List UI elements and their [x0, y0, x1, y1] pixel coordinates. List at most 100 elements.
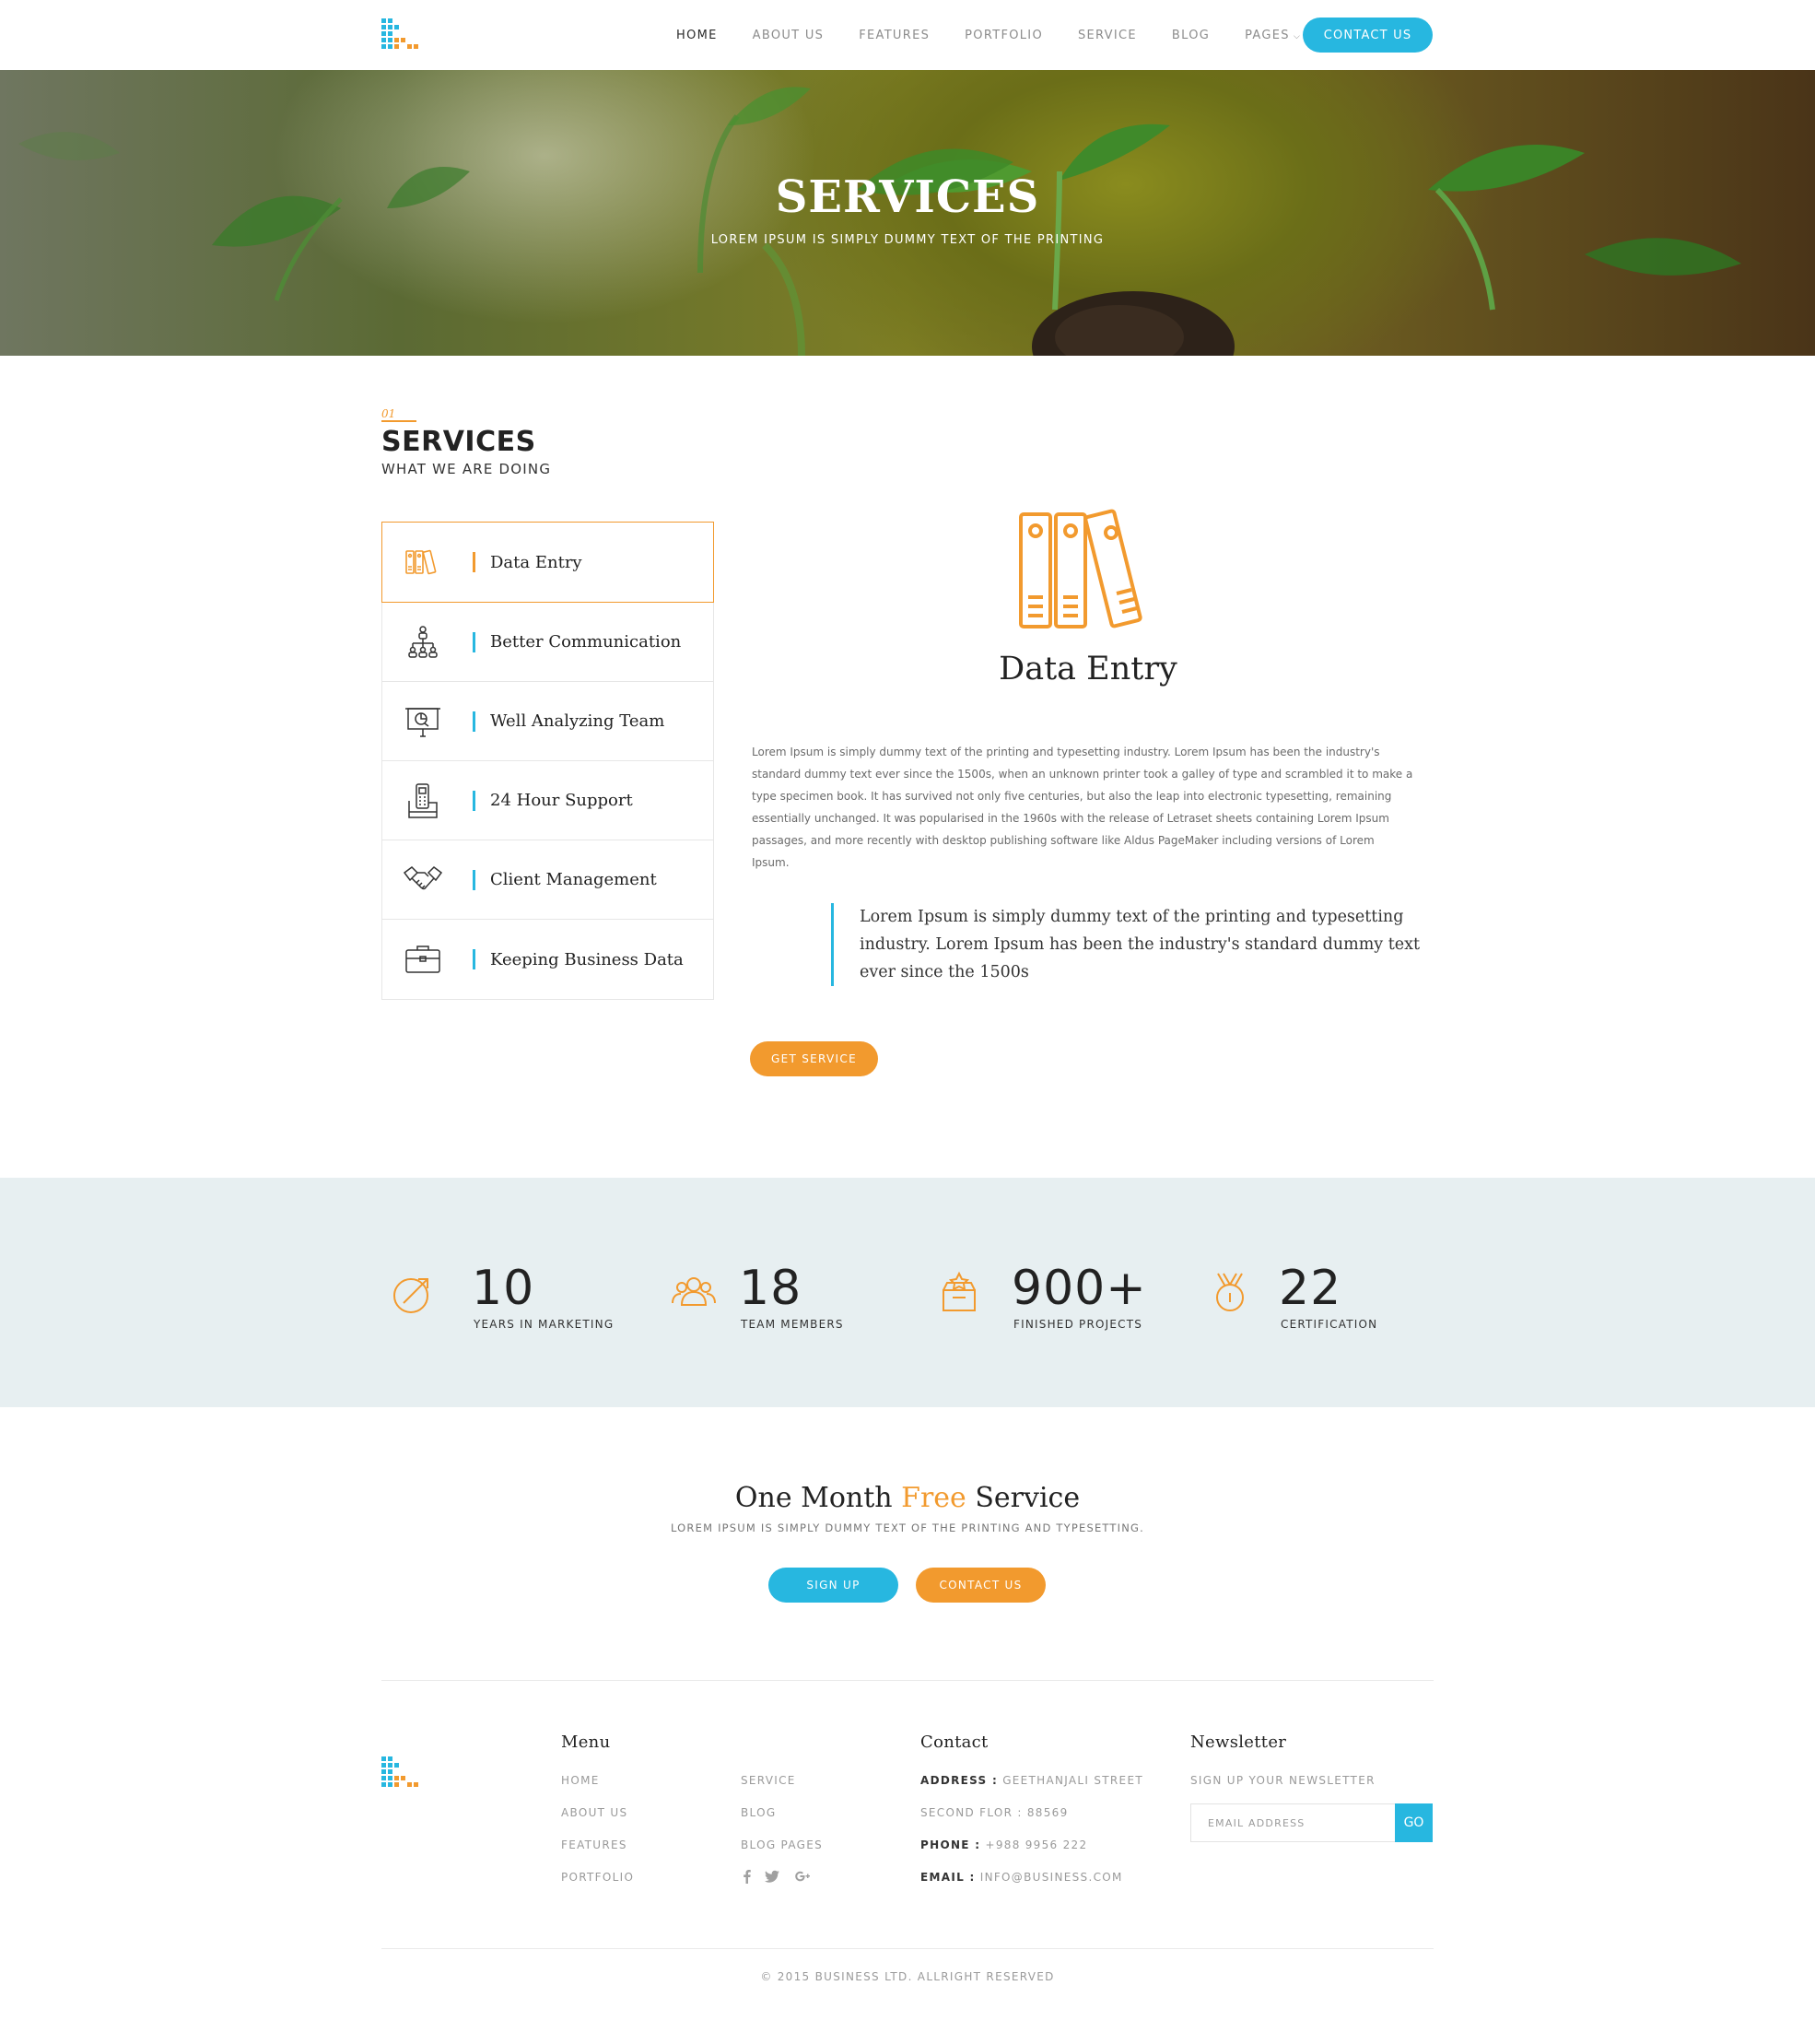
hero-title: SERVICES: [775, 171, 1040, 223]
promo-subtitle: LOREM IPSUM IS SIMPLY DUMMY TEXT OF THE …: [670, 1521, 1145, 1534]
service-tab-keeping-business-data[interactable]: Keeping Business Data: [382, 920, 713, 999]
section-number: 01: [381, 407, 396, 420]
phone-icon: [408, 782, 438, 818]
description-line: type specimen book. It has survived not …: [752, 790, 1392, 803]
contact-email: EMAIL : INFO@BUSINESS.COM: [920, 1871, 1123, 1884]
stat-label: CERTIFICATION: [1281, 1318, 1378, 1331]
hero-subtitle: LOREM IPSUM IS SIMPLY DUMMY TEXT OF THE …: [710, 233, 1105, 247]
newsletter-subtitle: SIGN UP YOUR NEWSLETTER: [1190, 1774, 1376, 1787]
bar-logo-icon[interactable]: [381, 1756, 418, 1788]
service-tab-well-analyzing-team[interactable]: Well Analyzing Team: [382, 682, 713, 761]
nav-contact-button[interactable]: CONTACT US: [1303, 18, 1433, 53]
section-subtitle: WHAT WE ARE DOING: [381, 461, 552, 477]
tab-accent-bar: [473, 790, 475, 811]
main-menu: HOME ABOUT US FEATURES PORTFOLIO SERVICE…: [676, 0, 1336, 70]
signup-button[interactable]: SIGN UP: [768, 1568, 898, 1603]
briefcase-icon: [405, 946, 440, 973]
get-service-button[interactable]: GET SERVICE: [750, 1041, 878, 1076]
tab-accent-bar: [473, 869, 475, 890]
nav-about-us[interactable]: ABOUT US: [753, 29, 825, 42]
handshake-icon: [403, 865, 443, 889]
contact-key: ADDRESS :: [920, 1774, 999, 1787]
promo-title: One Month Free Service: [0, 1482, 1815, 1514]
service-tab-label: 24 Hour Support: [490, 791, 633, 810]
contact-value: +988 9956 222: [980, 1838, 1088, 1851]
description-line: standard dummy text ever since the 1500s…: [752, 768, 1413, 781]
footer-link-home[interactable]: HOME: [561, 1774, 600, 1787]
footer-link-portfolio[interactable]: PORTFOLIO: [561, 1871, 634, 1884]
stat-value: 900+: [1012, 1261, 1147, 1316]
service-tab-better-communication[interactable]: Better Communication: [382, 603, 713, 682]
footer-link-about-us[interactable]: ABOUT US: [561, 1806, 627, 1819]
service-tab-data-entry[interactable]: Data Entry: [381, 522, 714, 603]
tab-accent-bar: [473, 711, 475, 732]
facebook-icon[interactable]: [739, 1868, 755, 1885]
service-detail-title: Data Entry: [999, 651, 1177, 687]
nav-home[interactable]: HOME: [676, 29, 718, 42]
contact-key: EMAIL :: [920, 1871, 976, 1884]
presentation-icon: [405, 707, 440, 737]
promo-title-highlight: Free: [901, 1482, 966, 1514]
service-detail-description: Lorem Ipsum is simply dummy text of the …: [752, 741, 1430, 874]
nav-portfolio[interactable]: PORTFOLIO: [965, 29, 1043, 42]
service-blockquote: Lorem Ipsum is simply dummy text of the …: [831, 903, 1421, 986]
footer-link-features[interactable]: FEATURES: [561, 1838, 627, 1851]
description-line: essentially unchanged. It was popularise…: [752, 812, 1389, 825]
footer-link-blog-pages[interactable]: BLOG PAGES: [741, 1838, 823, 1851]
tab-accent-bar: [473, 631, 475, 652]
service-tab-label: Data Entry: [490, 552, 582, 572]
contact-phone: PHONE : +988 9956 222: [920, 1838, 1087, 1851]
section-title: SERVICES: [381, 426, 536, 458]
growth-arrow-icon: [393, 1278, 428, 1313]
stat-label: TEAM MEMBERS: [741, 1318, 844, 1331]
stat-value: 22: [1279, 1261, 1342, 1316]
contact-floor: SECOND FLOR : 88569: [920, 1806, 1069, 1819]
team-icon: [672, 1277, 716, 1306]
services-tab-list: Data Entry Better Communication Well Ana…: [381, 522, 714, 1000]
tab-accent-bar: [473, 552, 475, 572]
promo-title-pre: One Month: [734, 1482, 902, 1514]
footer-contact-heading: Contact: [920, 1733, 989, 1752]
tab-accent-bar: [473, 949, 475, 969]
twitter-icon[interactable]: [764, 1868, 780, 1885]
contact-value: GEETHANJALI STREET: [998, 1774, 1143, 1787]
stats-band: 10 YEARS IN MARKETING 18 TEAM MEMBERS 90…: [0, 1178, 1815, 1407]
nav-service[interactable]: SERVICE: [1078, 29, 1137, 42]
nav-blog[interactable]: BLOG: [1172, 29, 1210, 42]
contact-us-button[interactable]: CONTACT US: [916, 1568, 1046, 1603]
description-line: passages, and more recently with desktop…: [752, 834, 1375, 847]
newsletter-email-input[interactable]: [1190, 1803, 1395, 1842]
quote-line: ever since the 1500s: [860, 963, 1029, 981]
contact-value: INFO@BUSINESS.COM: [975, 1871, 1123, 1884]
service-tab-label: Keeping Business Data: [490, 949, 684, 969]
service-tab-client-management[interactable]: Client Management: [382, 840, 713, 920]
service-tab-24-hour-support[interactable]: 24 Hour Support: [382, 761, 713, 840]
service-tab-label: Better Communication: [490, 632, 682, 652]
service-tab-label: Client Management: [490, 870, 657, 889]
footer-newsletter-heading: Newsletter: [1190, 1733, 1287, 1752]
footer-menu-heading: Menu: [561, 1733, 611, 1752]
hero-banner: SERVICES LOREM IPSUM IS SIMPLY DUMMY TEX…: [0, 70, 1815, 356]
nav-features[interactable]: FEATURES: [859, 29, 930, 42]
promo-title-post: Service: [966, 1482, 1081, 1514]
footer-top-divider: [381, 1680, 1434, 1681]
stat-label: FINISHED PROJECTS: [1013, 1318, 1143, 1331]
service-tab-label: Well Analyzing Team: [490, 711, 665, 731]
google-plus-icon[interactable]: [794, 1868, 811, 1885]
stat-label: YEARS IN MARKETING: [474, 1318, 615, 1331]
footer-link-service[interactable]: SERVICE: [741, 1774, 796, 1787]
bar-logo-icon[interactable]: [381, 18, 418, 52]
copyright-text: © 2015 BUSINESS LTD. ALLRIGHT RESERVED: [760, 1970, 1055, 1983]
top-navbar: HOME ABOUT US FEATURES PORTFOLIO SERVICE…: [0, 0, 1815, 70]
nav-pages-dropdown[interactable]: PAGES: [1245, 29, 1301, 42]
contact-key: PHONE :: [920, 1838, 981, 1851]
binders-icon: [405, 549, 437, 575]
newsletter-go-button[interactable]: GO: [1395, 1803, 1433, 1842]
description-line: Ipsum.: [752, 856, 790, 869]
binders-icon: [1019, 509, 1142, 628]
footer-link-blog[interactable]: BLOG: [741, 1806, 776, 1819]
contact-value: SECOND FLOR : 88569: [920, 1806, 1069, 1819]
medal-icon: [1216, 1273, 1244, 1311]
quote-line: industry. Lorem Ipsum has been the indus…: [860, 935, 1421, 954]
network-icon: [408, 625, 438, 658]
